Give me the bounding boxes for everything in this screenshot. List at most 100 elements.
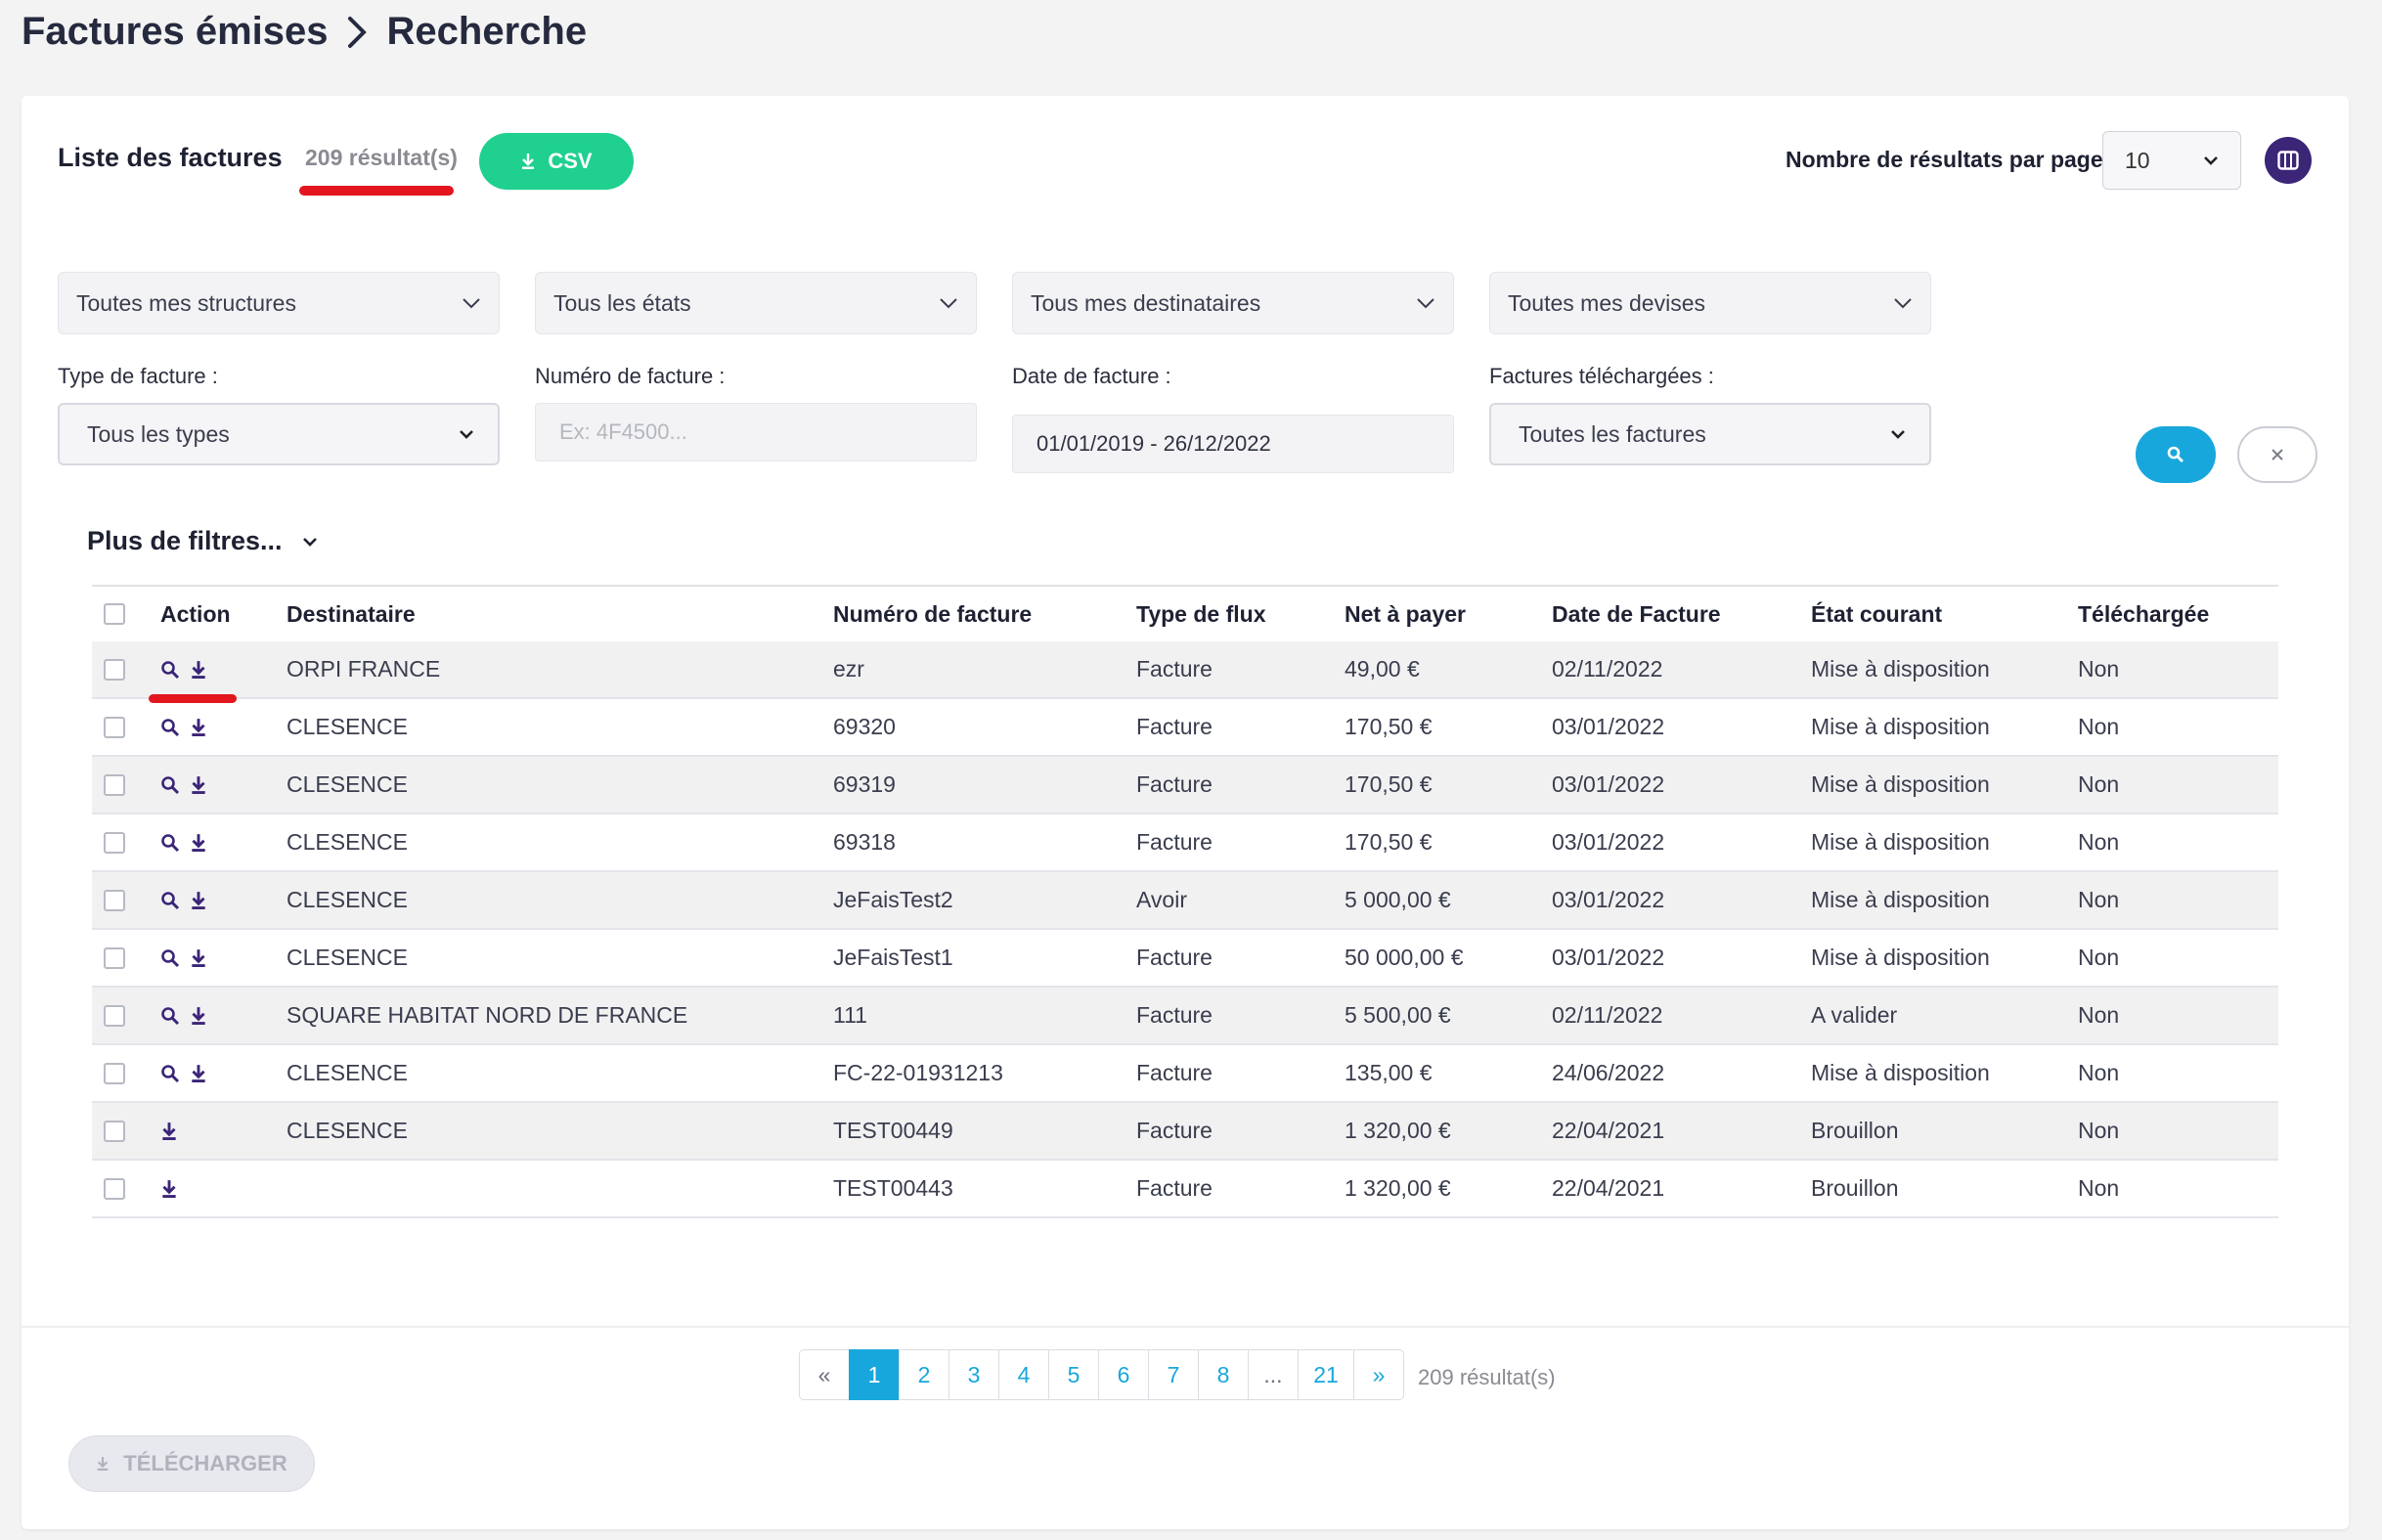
- header-numero[interactable]: Numéro de facture: [833, 586, 1136, 641]
- pagination-next[interactable]: »: [1353, 1349, 1404, 1400]
- search-icon[interactable]: [160, 948, 180, 968]
- row-checkbox[interactable]: [104, 946, 125, 969]
- cell-net: 135,00 €: [1345, 1044, 1552, 1103]
- table-row[interactable]: CLESENCE 69318 Facture 170,50 €03/01/2022 Mi…: [92, 814, 2278, 872]
- download-selection-button[interactable]: TÉLÉCHARGER: [68, 1435, 315, 1492]
- download-icon[interactable]: [190, 1006, 207, 1026]
- chevron-down-icon: [1417, 298, 1434, 309]
- table-row[interactable]: CLESENCE TEST00449 Facture 1 320,00 €22/04/…: [92, 1102, 2278, 1161]
- table-row[interactable]: CLESENCE FC-22-01931213 Facture 135,00 €24/…: [92, 1044, 2278, 1103]
- header-destinataire[interactable]: Destinataire: [287, 586, 833, 641]
- search-icon[interactable]: [160, 660, 180, 680]
- download-icon[interactable]: [190, 660, 207, 680]
- cell-date: 22/04/2021: [1552, 1160, 1811, 1218]
- row-actions: [160, 1102, 287, 1161]
- table-row[interactable]: TEST00443 Facture 1 320,00 €22/04/2021 Brou…: [92, 1160, 2278, 1218]
- more-filters-toggle[interactable]: Plus de filtres...: [87, 526, 318, 556]
- table-row[interactable]: CLESENCE 69319 Facture 170,50 €03/01/2022 Mi…: [92, 756, 2278, 814]
- cell-date: 02/11/2022: [1552, 641, 1811, 699]
- cell-date: 03/01/2022: [1552, 756, 1811, 814]
- devises-select[interactable]: Toutes mes devises: [1489, 272, 1931, 334]
- table-row[interactable]: CLESENCE 69320 Facture 170,50 €03/01/2022 Mi…: [92, 698, 2278, 757]
- search-icon[interactable]: [160, 1064, 180, 1083]
- csv-export-button[interactable]: CSV: [479, 133, 634, 190]
- header-date[interactable]: Date de Facture: [1552, 586, 1811, 641]
- row-select-cell: [92, 641, 160, 699]
- date-range-value: 01/01/2019 - 26/12/2022: [1037, 431, 1271, 456]
- chevron-down-icon: [2204, 156, 2218, 165]
- download-icon[interactable]: [190, 891, 207, 910]
- cell-net: 5 000,00 €: [1345, 871, 1552, 930]
- pagination-page[interactable]: 7: [1148, 1349, 1199, 1400]
- cell-type-flux: Facture: [1136, 641, 1345, 699]
- download-icon[interactable]: [190, 833, 207, 853]
- numero-input[interactable]: Ex: 4F4500...: [535, 403, 977, 462]
- search-button[interactable]: [2136, 426, 2216, 483]
- breadcrumb: Factures émises Recherche: [22, 10, 587, 54]
- pagination-page[interactable]: 21: [1298, 1349, 1354, 1400]
- columns-settings-button[interactable]: [2265, 137, 2312, 184]
- select-all-checkbox[interactable]: [104, 603, 125, 625]
- pagination-page[interactable]: 4: [998, 1349, 1049, 1400]
- download-icon[interactable]: [190, 948, 207, 968]
- pagination-page[interactable]: 2: [899, 1349, 949, 1400]
- row-actions: [160, 641, 287, 699]
- row-checkbox[interactable]: [104, 1062, 125, 1084]
- row-checkbox[interactable]: [104, 716, 125, 738]
- chevron-down-icon: [1891, 430, 1905, 439]
- pagination-page[interactable]: 1: [849, 1349, 900, 1400]
- per-page-label: Nombre de résultats par page :: [1786, 147, 2117, 172]
- download-icon[interactable]: [190, 718, 207, 737]
- download-icon[interactable]: [160, 1122, 178, 1141]
- row-actions: [160, 1044, 287, 1103]
- pagination-prev[interactable]: «: [799, 1349, 850, 1400]
- pagination-page[interactable]: 6: [1098, 1349, 1149, 1400]
- columns-icon: [2277, 151, 2299, 170]
- per-page-select[interactable]: 10: [2102, 131, 2241, 190]
- type-select[interactable]: Tous les types: [58, 403, 500, 465]
- search-icon[interactable]: [160, 1006, 180, 1026]
- table-row[interactable]: CLESENCE JeFaisTest1 Facture 50 000,00 €03/…: [92, 929, 2278, 988]
- download-icon[interactable]: [190, 775, 207, 795]
- pagination-page[interactable]: 3: [948, 1349, 999, 1400]
- divider: [22, 1326, 2349, 1328]
- reset-filters-button[interactable]: [2237, 426, 2317, 483]
- cell-type-flux: Facture: [1136, 1044, 1345, 1103]
- table-row[interactable]: CLESENCE JeFaisTest2 Avoir 5 000,00 €03/01/…: [92, 871, 2278, 930]
- cell-net: 50 000,00 €: [1345, 929, 1552, 988]
- search-icon[interactable]: [160, 718, 180, 737]
- search-icon[interactable]: [160, 833, 180, 853]
- row-checkbox[interactable]: [104, 658, 125, 681]
- download-icon[interactable]: [160, 1179, 178, 1199]
- row-checkbox[interactable]: [104, 1004, 125, 1027]
- header-telecharge[interactable]: Téléchargée: [2078, 586, 2278, 641]
- header-type-flux[interactable]: Type de flux: [1136, 586, 1345, 641]
- header-net[interactable]: Net à payer: [1345, 586, 1552, 641]
- pagination-page[interactable]: 5: [1048, 1349, 1099, 1400]
- breadcrumb-parent[interactable]: Factures émises: [22, 10, 329, 54]
- date-range-input[interactable]: 01/01/2019 - 26/12/2022: [1012, 415, 1454, 473]
- row-checkbox[interactable]: [104, 831, 125, 854]
- search-icon[interactable]: [160, 775, 180, 795]
- etats-select[interactable]: Tous les états: [535, 272, 977, 334]
- row-checkbox[interactable]: [104, 1177, 125, 1200]
- pagination: « 1 2 3 4 5 6 7 8 ... 21 »: [799, 1349, 1404, 1400]
- row-checkbox[interactable]: [104, 1120, 125, 1142]
- pagination-page[interactable]: 8: [1198, 1349, 1249, 1400]
- telecharge-select[interactable]: Toutes les factures: [1489, 403, 1931, 465]
- table-row[interactable]: SQUARE HABITAT NORD DE FRANCE 111 Facture 5…: [92, 987, 2278, 1045]
- table-row[interactable]: ORPI FRANCE ezr Facture 49,00 €02/11/2022 Mi…: [92, 641, 2278, 699]
- structures-select[interactable]: Toutes mes structures: [58, 272, 500, 334]
- row-select-cell: [92, 929, 160, 988]
- list-title: Liste des factures: [58, 143, 283, 172]
- cell-numero: 111: [833, 987, 1136, 1045]
- search-icon[interactable]: [160, 891, 180, 910]
- cell-net: 170,50 €: [1345, 698, 1552, 757]
- row-checkbox[interactable]: [104, 773, 125, 796]
- chevron-down-icon: [463, 298, 480, 309]
- chevron-down-icon: [940, 298, 957, 309]
- header-etat[interactable]: État courant: [1811, 586, 2078, 641]
- download-icon[interactable]: [190, 1064, 207, 1083]
- destinataires-select[interactable]: Tous mes destinataires: [1012, 272, 1454, 334]
- row-checkbox[interactable]: [104, 889, 125, 911]
